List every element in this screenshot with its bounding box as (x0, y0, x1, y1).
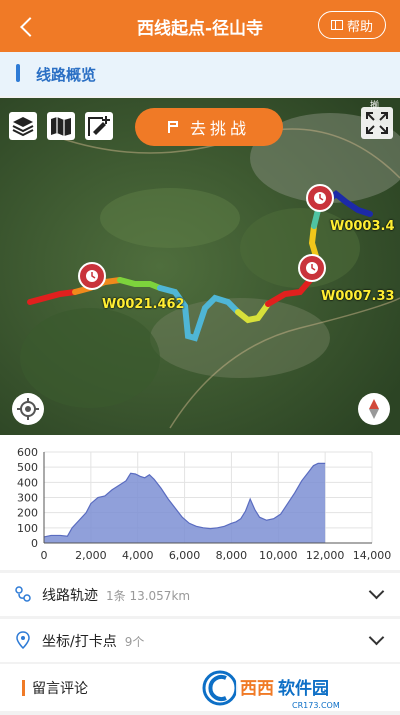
checkpoint-count: 9个 (124, 635, 145, 649)
elevation-chart-svg: 0 100 200 300 400 500 600 0 2,000 4,000 6,000 8,000… (17, 446, 392, 562)
checkpoint-row[interactable]: 坐标/打卡点 9个 (0, 619, 400, 662)
y-tick-label: 600 (17, 446, 38, 459)
track-chevron-down-icon[interactable] (368, 583, 385, 600)
location-pin-icon (16, 631, 30, 649)
fullscreen-icon[interactable] (361, 107, 393, 139)
x-tick-label: 14,000 (353, 549, 392, 562)
y-tick-label: 400 (17, 476, 38, 489)
waypoint-label: W0007.33 (321, 289, 395, 304)
route-overview-header: 线路概览 (0, 52, 400, 96)
svg-text:西西: 西西 (240, 679, 274, 699)
waypoint-marker (78, 262, 106, 290)
x-tick-label: 12,000 (306, 549, 345, 562)
top-bar: 西线起点-径山寺 帮助 (0, 0, 400, 52)
flag-icon (167, 121, 180, 133)
y-tick-label: 200 (17, 507, 38, 520)
watermark-logo: 西西 软件园 CR173.COM (200, 664, 400, 711)
section-accent-bar (16, 64, 20, 82)
waypoint-label: W0003.4 (330, 219, 395, 234)
compass-icon[interactable] (358, 393, 390, 425)
waypoint-marker (306, 184, 334, 212)
checkpoint-chevron-down-icon[interactable] (368, 629, 385, 646)
track-row[interactable]: 线路轨迹 1条 13.057km (0, 573, 400, 616)
svg-text:软件园: 软件园 (278, 678, 329, 699)
y-tick-label: 100 (17, 522, 38, 535)
challenge-label: 去挑战 (189, 119, 250, 138)
book-icon (330, 20, 343, 30)
y-tick-label: 0 (31, 537, 38, 550)
elevation-chart: 0 100 200 300 400 500 600 0 2,000 4,000 6,000 8,000… (0, 435, 400, 570)
corner-mark: 揃 (370, 101, 380, 111)
help-button[interactable]: 帮助 (318, 11, 386, 39)
help-label: 帮助 (346, 19, 373, 35)
svg-text:CR173.COM: CR173.COM (292, 701, 340, 710)
comment-accent-bar (22, 680, 25, 696)
x-tick-label: 4,000 (122, 549, 154, 562)
go-challenge-button[interactable]: 去挑战 (135, 108, 283, 146)
comment-label: 留言评论 (32, 681, 88, 697)
x-tick-label: 10,000 (259, 549, 298, 562)
locate-icon[interactable] (12, 393, 44, 425)
route-overview-label: 线路概览 (36, 66, 97, 84)
satellite-map (0, 98, 400, 435)
y-tick-label: 300 (17, 492, 38, 505)
track-icon (15, 586, 31, 602)
track-summary: 1条 13.057km (106, 589, 191, 603)
checkpoint-label: 坐标/打卡点 (42, 634, 117, 650)
map-type-icon[interactable] (47, 112, 75, 140)
layers-icon[interactable] (9, 112, 37, 140)
waypoint-marker (298, 254, 326, 282)
x-tick-label: 2,000 (75, 549, 107, 562)
x-tick-label: 0 (41, 549, 48, 562)
edit-map-icon[interactable] (85, 112, 113, 140)
y-tick-label: 500 (17, 461, 38, 474)
x-tick-label: 6,000 (169, 549, 201, 562)
x-tick-label: 8,000 (216, 549, 248, 562)
waypoint-label: W0021.462 (102, 297, 185, 312)
route-map[interactable]: W0003.4 W0007.33 W0021.462 (0, 98, 400, 435)
track-label: 线路轨迹 (42, 588, 98, 604)
